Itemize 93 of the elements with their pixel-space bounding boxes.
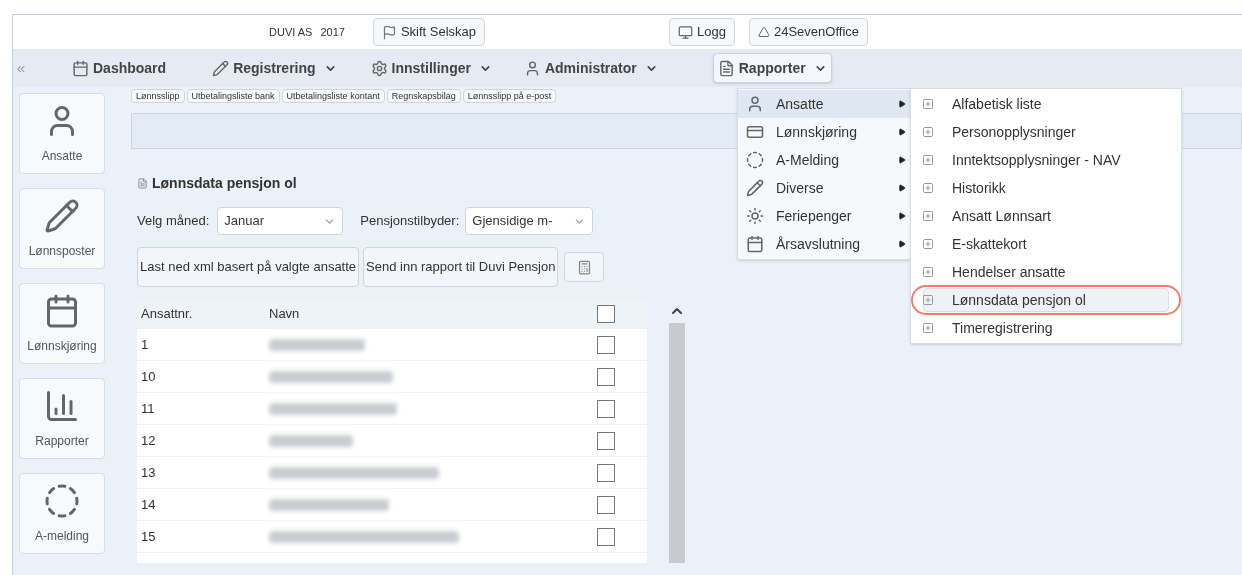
checkbox[interactable] bbox=[597, 305, 615, 323]
table-cell-text: 1 bbox=[140, 335, 150, 354]
flag-icon bbox=[381, 24, 397, 40]
submenu-item[interactable]: Historikk bbox=[913, 174, 1179, 202]
submenu-item[interactable]: Alfabetisk liste bbox=[913, 90, 1179, 118]
menu-item[interactable]: Ansatte bbox=[738, 90, 910, 118]
brand-button[interactable]: 24SevenOffice bbox=[748, 18, 868, 46]
submenu-item[interactable]: Inntektsopplysninger - NAV bbox=[913, 146, 1179, 174]
action-button[interactable]: Last ned xml basert på valgte ansatte bbox=[137, 247, 360, 287]
submenu-item[interactable]: Ansatt Lønnsart bbox=[913, 202, 1179, 230]
submenu-arrow-icon bbox=[898, 240, 906, 248]
checkbox[interactable] bbox=[597, 463, 615, 482]
checkbox[interactable] bbox=[597, 399, 615, 418]
nav-menu-button[interactable]: Dashboard bbox=[67, 53, 172, 83]
monitor-icon bbox=[678, 24, 694, 40]
item-icon bbox=[922, 266, 934, 278]
nav-menu-button[interactable]: Administrator bbox=[518, 53, 663, 83]
document-icon bbox=[137, 178, 148, 189]
checkbox[interactable] bbox=[597, 335, 615, 354]
checkbox[interactable] bbox=[597, 527, 615, 546]
sidebar-tile[interactable]: Ansatte bbox=[19, 93, 105, 174]
provider-label: Pensjonstilbyder: bbox=[360, 212, 460, 231]
submenu-item[interactable]: Personopplysninger bbox=[913, 118, 1179, 146]
column-header: Ansattnr. bbox=[140, 305, 194, 324]
nav-menu-button[interactable]: Registrering bbox=[207, 53, 342, 83]
scrollbar-thumb[interactable] bbox=[669, 323, 685, 563]
ring-icon bbox=[44, 482, 80, 519]
gear-icon bbox=[370, 59, 388, 77]
triangle-icon bbox=[757, 26, 770, 38]
panel-title: Lønnsdata pensjon ol bbox=[152, 174, 297, 193]
menu-item[interactable]: Diverse bbox=[738, 174, 910, 202]
submenu-item[interactable]: Timeregistrering bbox=[913, 314, 1179, 342]
item-icon bbox=[922, 210, 934, 222]
export-button[interactable] bbox=[564, 252, 605, 282]
checkbox[interactable] bbox=[597, 495, 615, 514]
sun-icon bbox=[746, 207, 764, 225]
table-cell-text: 12 bbox=[140, 431, 157, 450]
nav-menu-button[interactable]: Innstillinger bbox=[365, 53, 497, 83]
submenu-item[interactable]: E-skattekort bbox=[913, 230, 1179, 258]
checkbox[interactable] bbox=[597, 431, 615, 450]
toolbar-tab[interactable]: Regnskapsbilag bbox=[386, 89, 461, 103]
toolbar-tab[interactable]: Lønnsslipp på e-post bbox=[462, 89, 557, 103]
provider-select[interactable]: Gjensidige m- bbox=[465, 207, 594, 235]
company-year: 2017 bbox=[320, 24, 345, 40]
sidebar-tile[interactable]: Lønnskjøring bbox=[19, 283, 105, 364]
submenu-arrow-icon bbox=[898, 156, 906, 164]
item-icon bbox=[922, 182, 934, 194]
nav-menu-button[interactable]: Rapporter bbox=[712, 53, 832, 83]
sidebar-tile[interactable]: Rapporter bbox=[19, 378, 105, 459]
sidebar-tile[interactable]: Lønnsposter bbox=[19, 188, 105, 269]
ring-icon bbox=[746, 151, 764, 169]
card-icon bbox=[746, 123, 764, 141]
sidebar-tile[interactable]: A-melding bbox=[19, 473, 105, 554]
item-icon bbox=[922, 294, 934, 306]
action-button[interactable]: Send inn rapport til Duvi Pensjon bbox=[363, 247, 559, 287]
month-select[interactable]: Januar bbox=[217, 207, 344, 235]
item-icon bbox=[922, 98, 934, 110]
menu-item[interactable]: Lønnskjøring bbox=[738, 118, 910, 146]
switch-company-button[interactable]: Skift Selskap bbox=[372, 18, 486, 46]
item-icon bbox=[922, 126, 934, 138]
month-label: Velg måned: bbox=[137, 212, 210, 231]
menu-item[interactable]: A-Melding bbox=[738, 146, 910, 174]
toolbar-tab[interactable]: Utbetalingsliste bank bbox=[186, 89, 280, 103]
checkbox[interactable] bbox=[597, 367, 615, 386]
table-cell-text: 15 bbox=[140, 527, 157, 546]
item-icon bbox=[922, 154, 934, 166]
pencil-icon bbox=[746, 179, 764, 197]
submenu-item[interactable]: Hendelser ansatte bbox=[913, 258, 1179, 286]
toolbar-tab[interactable]: Utbetalingsliste kontant bbox=[281, 89, 385, 103]
submenu-arrow-icon bbox=[898, 184, 906, 192]
menu-item[interactable]: Årsavslutning bbox=[738, 230, 910, 258]
log-button[interactable]: Logg bbox=[669, 18, 735, 46]
table-cell-text: 13 bbox=[140, 463, 157, 482]
submenu-item[interactable]: Lønnsdata pensjon ol bbox=[923, 288, 1169, 312]
person-icon bbox=[746, 95, 764, 113]
company-name: DUVI AS bbox=[269, 24, 313, 40]
pencil-icon bbox=[44, 197, 80, 234]
calendar-icon bbox=[72, 59, 89, 77]
menu-item[interactable]: Feriepenger bbox=[738, 202, 910, 230]
document-icon bbox=[717, 59, 735, 77]
item-icon bbox=[922, 322, 934, 334]
toolbar-tab[interactable]: Lønnsslipp bbox=[131, 89, 185, 103]
table-cell-text: 10 bbox=[140, 367, 157, 386]
calendar-icon bbox=[44, 292, 80, 329]
table-cell-text: 14 bbox=[140, 495, 157, 514]
column-header: Navn bbox=[269, 305, 301, 324]
submenu-arrow-icon bbox=[898, 212, 906, 220]
submenu-arrow-icon bbox=[898, 128, 906, 136]
pencil-icon bbox=[212, 59, 230, 77]
item-icon bbox=[922, 238, 934, 250]
submenu-arrow-icon bbox=[898, 100, 906, 108]
table-cell-text: 11 bbox=[140, 399, 156, 418]
calendar-icon bbox=[746, 235, 764, 253]
